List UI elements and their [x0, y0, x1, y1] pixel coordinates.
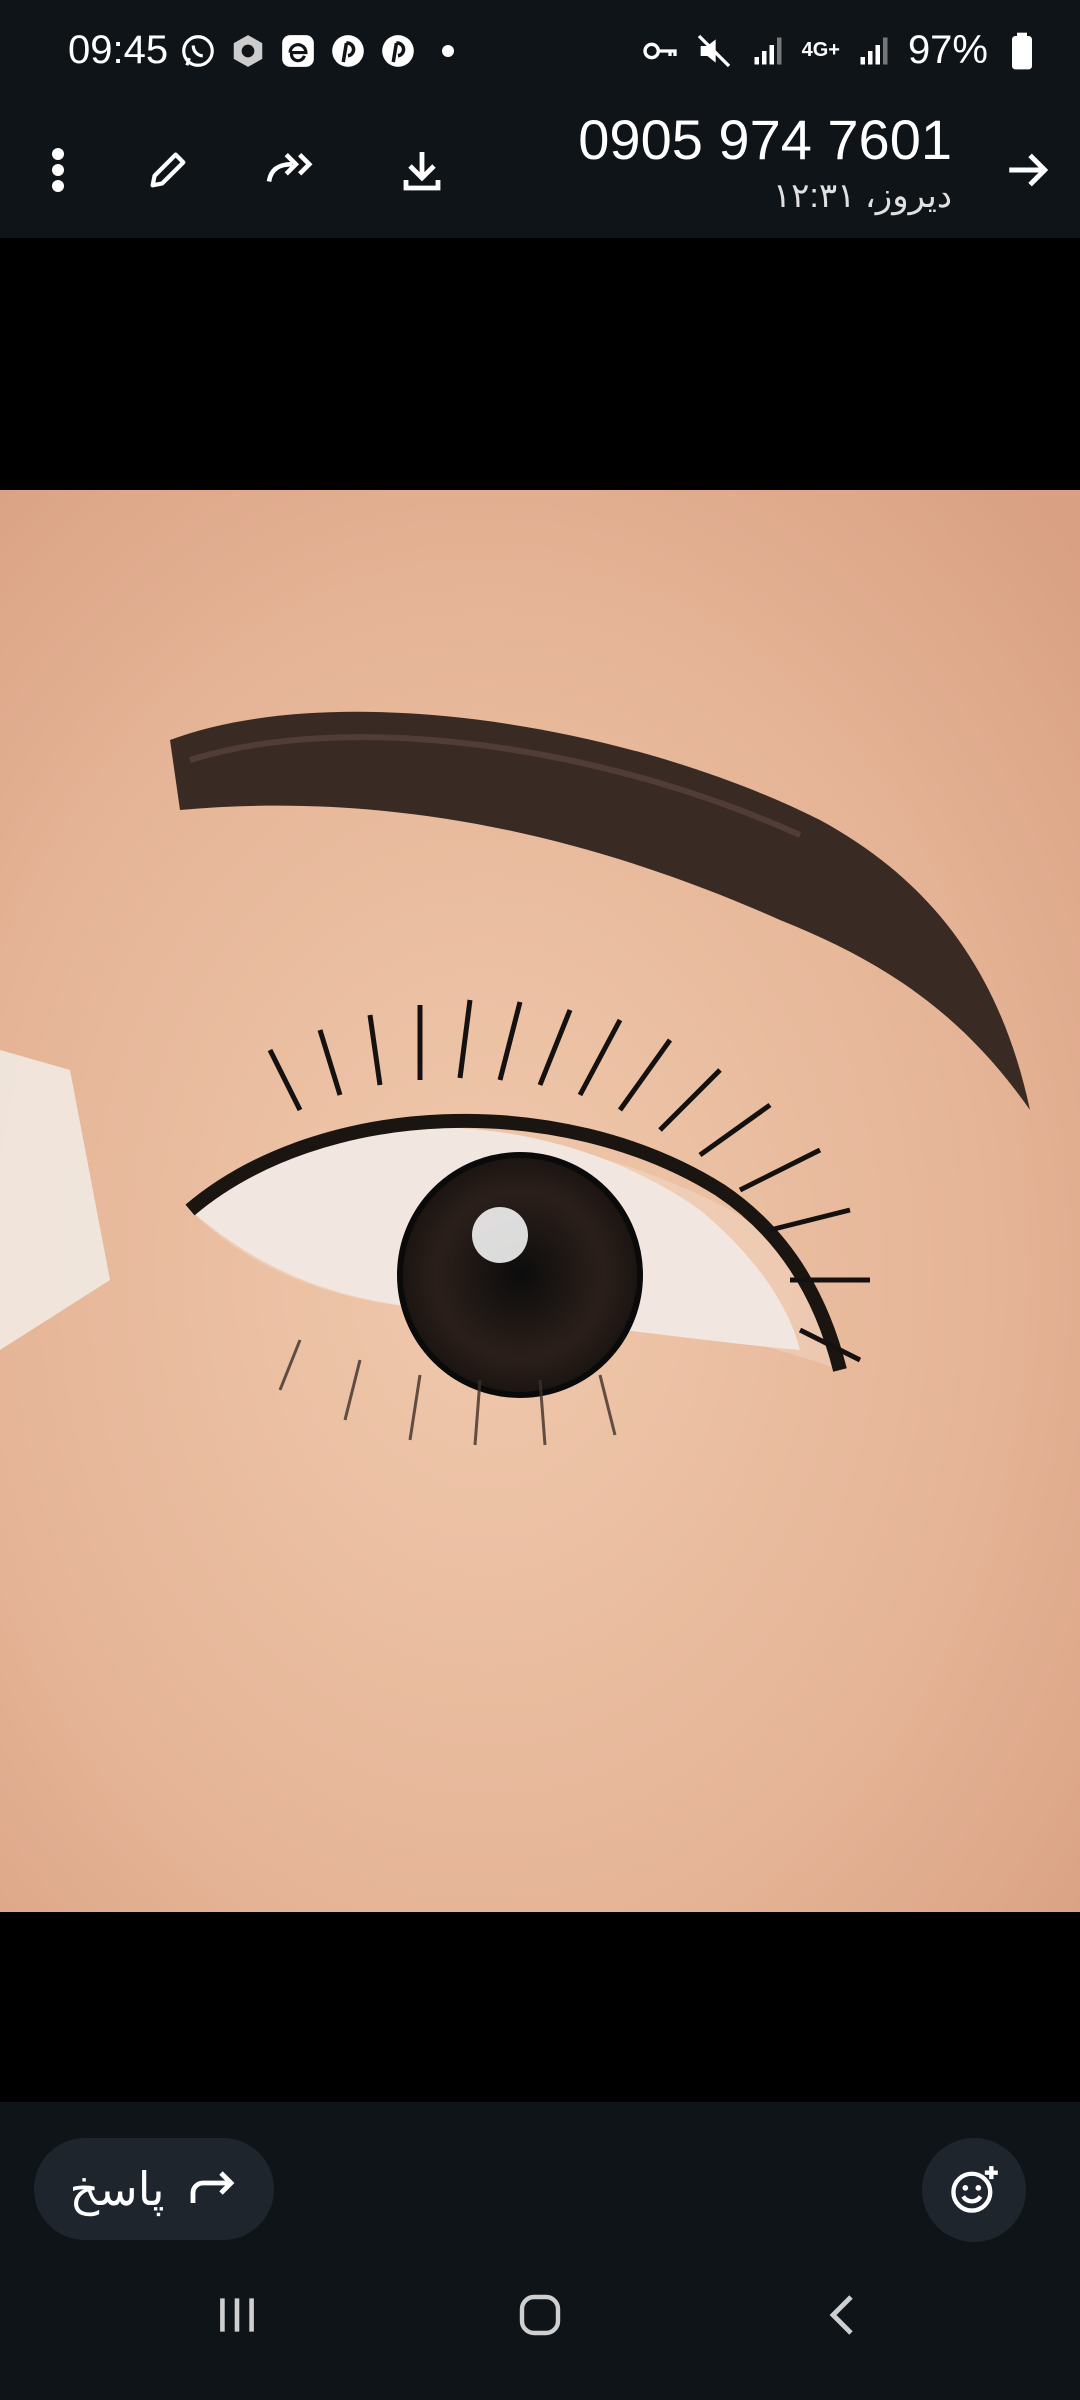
eye-closeup-image	[0, 490, 1080, 1912]
status-left: 09:45	[68, 28, 468, 73]
reply-button[interactable]: پاسخ	[34, 2138, 274, 2240]
forward-icon[interactable]	[260, 138, 324, 202]
more-icon[interactable]	[26, 138, 90, 202]
sender-name: 0905 974 7601	[578, 108, 952, 171]
reply-label: پاسخ	[69, 2163, 165, 2215]
back-icon	[829, 2295, 853, 2335]
recents-icon	[220, 2298, 254, 2332]
edit-icon[interactable]	[136, 138, 200, 202]
post-actions: 560 88	[920, 1910, 1050, 1912]
home-button[interactable]	[495, 2270, 585, 2360]
whatsapp-icon	[178, 31, 218, 71]
sender-info[interactable]: 0905 974 7601 دیروز، ۱۲:۳۱	[578, 108, 952, 216]
pinterest-icon	[378, 31, 418, 71]
download-icon[interactable]	[390, 138, 454, 202]
edge-app-icon	[278, 31, 318, 71]
key-icon	[640, 31, 680, 71]
like-action[interactable]: 560	[945, 1910, 1025, 1912]
signal-icon	[748, 31, 788, 71]
status-bar: 09:45 4G+ 97%	[0, 0, 1080, 108]
mute-icon	[694, 31, 734, 71]
post-image[interactable]: 560 88	[0, 490, 1080, 1912]
battery-percent: 97%	[907, 28, 988, 72]
battery-icon	[1002, 31, 1042, 71]
signal-icon	[854, 31, 894, 71]
status-right: 4G+ 97%	[640, 28, 1042, 73]
emoji-add-icon	[951, 2166, 998, 2213]
emoji-button[interactable]	[922, 2138, 1026, 2242]
back-button[interactable]	[798, 2270, 888, 2360]
reply-arrow-icon	[190, 2171, 234, 2203]
hexagon-app-icon	[228, 31, 268, 71]
home-icon	[519, 2294, 561, 2336]
back-arrow-icon[interactable]	[996, 138, 1060, 202]
pinterest-icon	[328, 31, 368, 71]
heart-icon[interactable]	[945, 1910, 1025, 1912]
dot-icon	[428, 31, 468, 71]
network-type: 4G+	[801, 39, 840, 61]
top-bar: 0905 974 7601 دیروز، ۱۲:۳۱	[0, 108, 1080, 238]
system-nav-bar	[0, 2230, 1080, 2400]
message-timestamp: دیروز، ۱۲:۳۱	[772, 177, 952, 215]
recents-button[interactable]	[192, 2270, 282, 2360]
status-time: 09:45	[68, 28, 169, 72]
